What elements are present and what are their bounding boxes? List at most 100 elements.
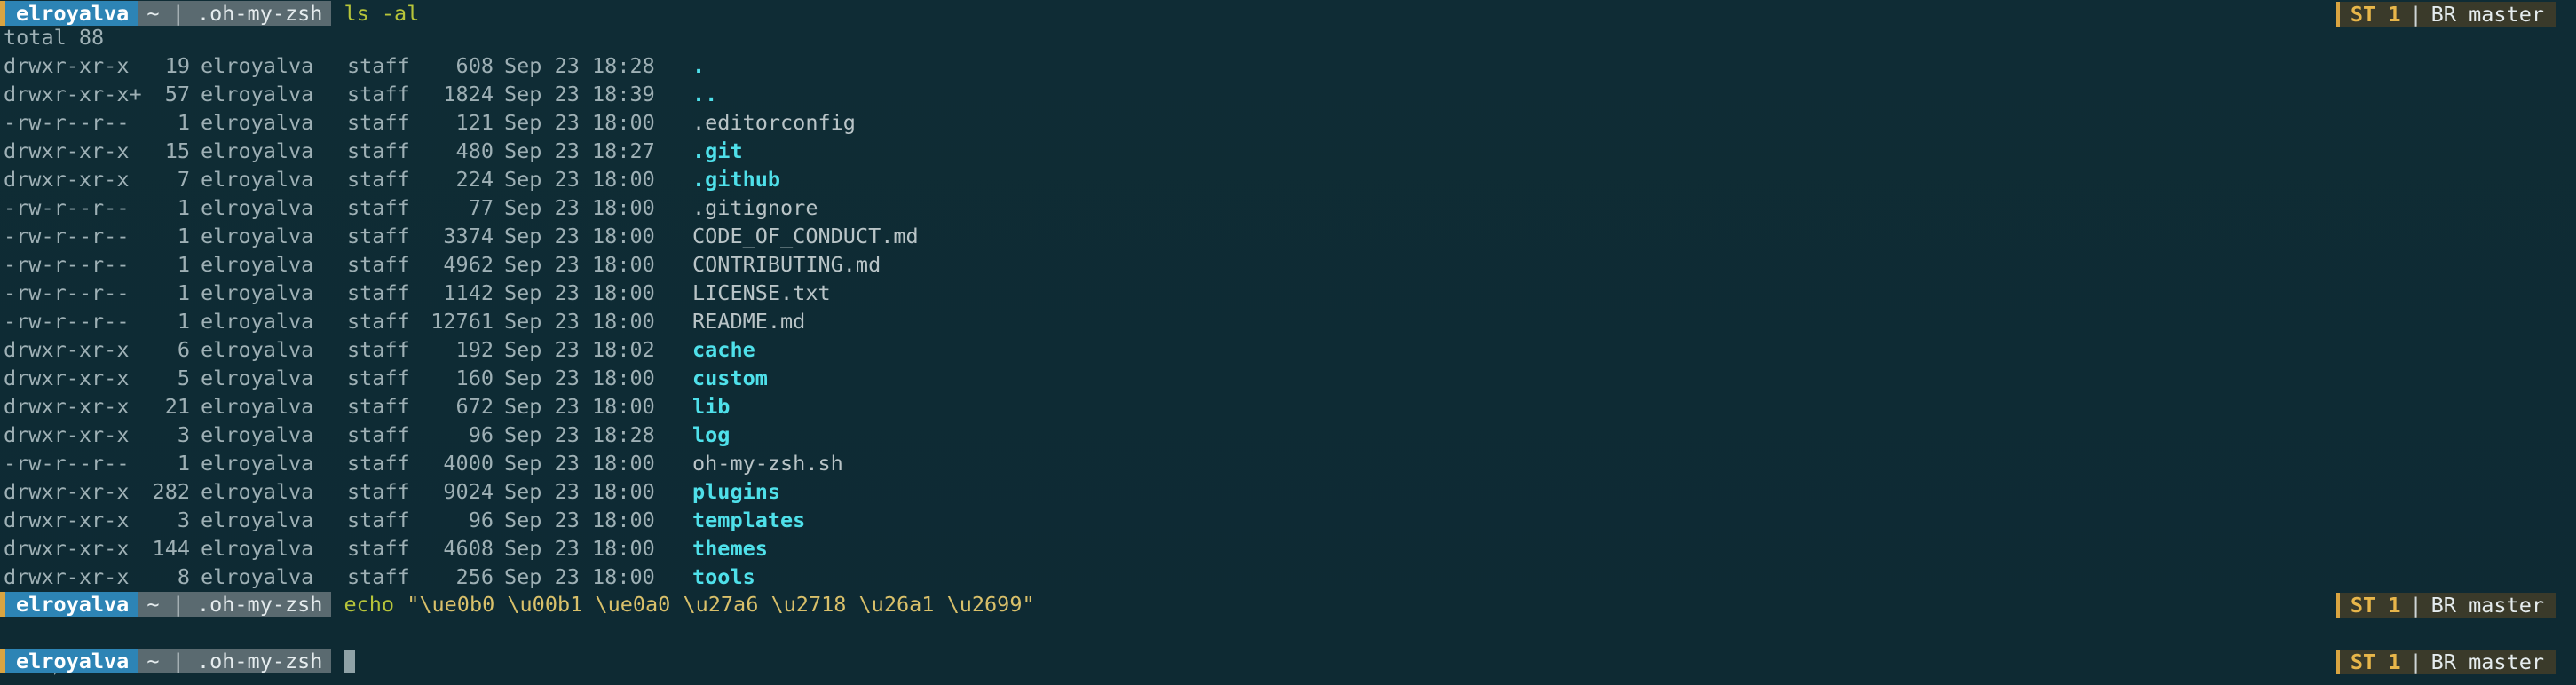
prompt-home: ~	[146, 592, 160, 617]
listing-size: 192	[455, 337, 494, 362]
listing-row: drwxr-xr-x 282 elroyalva staff 9024 Sep 23 18…	[4, 477, 2576, 506]
prompt-line-2: elroyalva ~ | .oh-my-zsh echo "\ue0b0 \u…	[0, 591, 2576, 619]
listing-size: 224	[455, 167, 494, 192]
branch-label: BR master	[2430, 650, 2544, 674]
listing-links: 1	[177, 252, 190, 277]
directory-name: themes	[692, 536, 768, 561]
listing-group: staff	[347, 224, 410, 248]
listing-row: drwxr-xr-x 144 elroyalva staff 4608 Sep 23 18…	[4, 534, 2576, 563]
listing-group: staff	[347, 536, 410, 561]
file-name: README.md	[692, 309, 806, 334]
listing-size: 96	[468, 422, 494, 447]
listing-size: 4962	[443, 252, 494, 277]
directory-name: cache	[692, 337, 755, 362]
listing-perm: -rw-r--r--	[4, 309, 130, 334]
listing-perm: -rw-r--r--	[4, 451, 130, 476]
listing-group: staff	[347, 508, 410, 532]
listing-size: 9024	[443, 479, 494, 504]
listing-size: 77	[468, 195, 494, 220]
listing-links: 57	[164, 82, 190, 106]
listing-size: 160	[455, 366, 494, 390]
directory-name: custom	[692, 366, 768, 390]
listing-row: drwxr-xr-x 5 elroyalva staff 160 Sep 23 18:00…	[4, 364, 2576, 392]
listing-date: Sep 23 18:00	[504, 309, 655, 334]
listing-group: staff	[347, 564, 410, 589]
git-status-segment: ST 1 | BR master	[2335, 593, 2556, 618]
listing-size: 4000	[443, 451, 494, 476]
directory-name: .	[692, 53, 706, 78]
listing-group: staff	[347, 394, 410, 419]
listing-perm: drwxr-xr-x	[4, 479, 130, 504]
file-name: CONTRIBUTING.md	[692, 252, 881, 277]
listing-perm: drwxr-xr-x	[4, 337, 130, 362]
listing-links: 3	[177, 422, 190, 447]
directory-name: .github	[692, 167, 781, 192]
listing-date: Sep 23 18:02	[504, 337, 655, 362]
listing-owner: elroyalva	[201, 252, 314, 277]
listing-links: 1	[177, 110, 190, 135]
listing-row: drwxr-xr-x 7 elroyalva staff 224 Sep 23 18:00…	[4, 165, 2576, 193]
listing-group: staff	[347, 337, 410, 362]
listing-date: Sep 23 18:39	[504, 82, 655, 106]
listing-row: -rw-r--r-- 1 elroyalva staff 77 Sep 23 18:00.…	[4, 193, 2576, 222]
text-cursor[interactable]	[344, 650, 356, 673]
command-text: echo "\ue0b0 \u00b1 \ue0a0 \u27a6 \u2718…	[344, 590, 1034, 618]
listing-owner: elroyalva	[201, 110, 314, 135]
listing-size: 672	[455, 394, 494, 419]
listing-row: drwxr-xr-x 6 elroyalva staff 192 Sep 23 18:02…	[4, 335, 2576, 364]
prompt-dir-segment: ~ | .oh-my-zsh	[138, 592, 332, 617]
directory-name: .git	[692, 138, 743, 163]
listing-row: drwxr-xr-x 8 elroyalva staff 256 Sep 23 18:00…	[4, 563, 2576, 591]
terminal-window[interactable]: elroyalva ~ | .oh-my-zsh ls -al ST 1 | B…	[0, 0, 2576, 685]
listing-size: 480	[455, 138, 494, 163]
listing-size: 1142	[443, 280, 494, 305]
listing-date: Sep 23 18:00	[504, 508, 655, 532]
listing-group: staff	[347, 167, 410, 192]
listing-size: 3374	[443, 224, 494, 248]
listing-perm: drwxr-xr-x	[4, 366, 130, 390]
file-name: LICENSE.txt	[692, 280, 831, 305]
file-name: .gitignore	[692, 195, 818, 220]
total-line: total 88	[4, 25, 105, 50]
listing-date: Sep 23 18:28	[504, 53, 655, 78]
listing-perm: -rw-r--r--	[4, 110, 130, 135]
prompt-separator: |	[171, 1, 185, 26]
listing-perm: drwxr-xr-x+	[4, 82, 142, 106]
listing-links: 1	[177, 195, 190, 220]
listing-row: drwxr-xr-x 3 elroyalva staff 96 Sep 23 18:00 t…	[4, 506, 2576, 534]
listing-row: drwxr-xr-x 19 elroyalva staff 608 Sep 23 18:2…	[4, 51, 2576, 80]
directory-name: lib	[692, 394, 731, 419]
listing-date: Sep 23 18:27	[504, 138, 655, 163]
listing-links: 282	[152, 479, 190, 504]
listing-size: 256	[455, 564, 494, 589]
listing-date: Sep 23 18:00	[504, 451, 655, 476]
listing-date: Sep 23 18:00	[504, 536, 655, 561]
listing-owner: elroyalva	[201, 451, 314, 476]
listing-date: Sep 23 18:00	[504, 110, 655, 135]
listing-size: 4608	[443, 536, 494, 561]
listing-owner: elroyalva	[201, 224, 314, 248]
prompt-line-3: elroyalva ~ | .oh-my-zsh ST 1 | BR maste…	[0, 648, 2576, 676]
listing-perm: -rw-r--r--	[4, 224, 130, 248]
branch-label: BR master	[2430, 593, 2544, 618]
listing-date: Sep 23 18:00	[504, 167, 655, 192]
listing-group: staff	[347, 195, 410, 220]
listing-links: 15	[164, 138, 190, 163]
listing-size: 1824	[443, 82, 494, 106]
listing-owner: elroyalva	[201, 564, 314, 589]
echo-argument: "\ue0b0 \u00b1 \ue0a0 \u27a6 \u2718 \u26…	[407, 592, 1035, 617]
listing-owner: elroyalva	[201, 337, 314, 362]
status-separator: |	[2409, 593, 2422, 618]
listing-group: staff	[347, 309, 410, 334]
listing-owner: elroyalva	[201, 138, 314, 163]
prompt-dir-segment: ~ | .oh-my-zsh	[138, 649, 332, 673]
listing-links: 8	[177, 564, 190, 589]
prompt-dir: .oh-my-zsh	[196, 592, 323, 617]
listing-owner: elroyalva	[201, 479, 314, 504]
listing-row: -rw-r--r-- 1 elroyalva staff 1142 Sep 23 18:0…	[4, 279, 2576, 307]
listing-perm: drwxr-xr-x	[4, 53, 130, 78]
listing-group: staff	[347, 451, 410, 476]
listing-links: 21	[164, 394, 190, 419]
listing-owner: elroyalva	[201, 394, 314, 419]
listing-perm: -rw-r--r--	[4, 252, 130, 277]
